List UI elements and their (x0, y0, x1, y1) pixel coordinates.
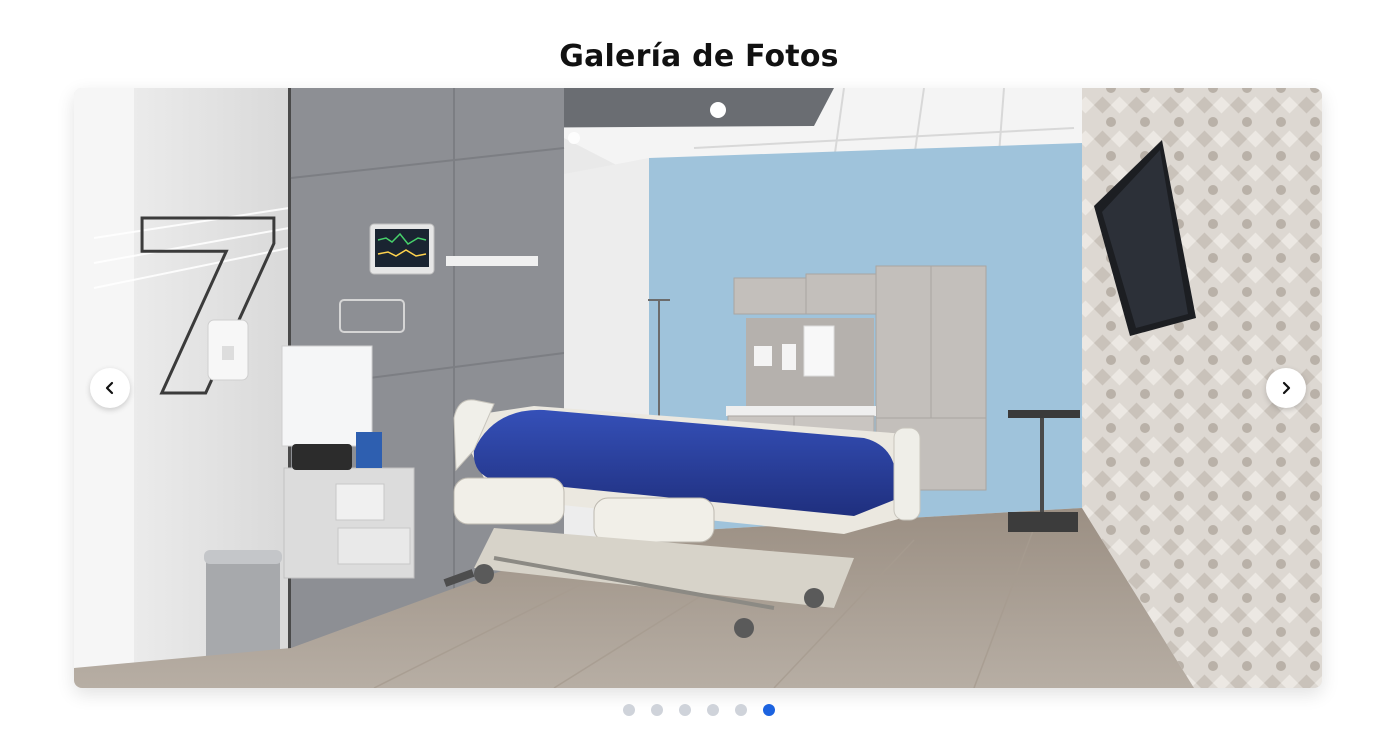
gallery-page: Galería de Fotos 7 (0, 0, 1398, 741)
slide-dot-active[interactable] (763, 704, 775, 716)
slide-dot[interactable] (707, 704, 719, 716)
next-slide-button[interactable] (1266, 368, 1306, 408)
slide-dot[interactable] (679, 704, 691, 716)
previous-slide-button[interactable] (90, 368, 130, 408)
photo-carousel: 7 (74, 88, 1322, 688)
gallery-photo: 7 (74, 88, 1322, 688)
gallery-title: Galería de Fotos (559, 39, 839, 75)
chevron-left-icon (105, 381, 114, 395)
chevron-right-icon (1282, 381, 1291, 395)
slide-dot[interactable] (735, 704, 747, 716)
room-number: 7 (126, 170, 293, 450)
slide-dot[interactable] (623, 704, 635, 716)
slide-dot[interactable] (651, 704, 663, 716)
slide-indicators (0, 704, 1398, 716)
